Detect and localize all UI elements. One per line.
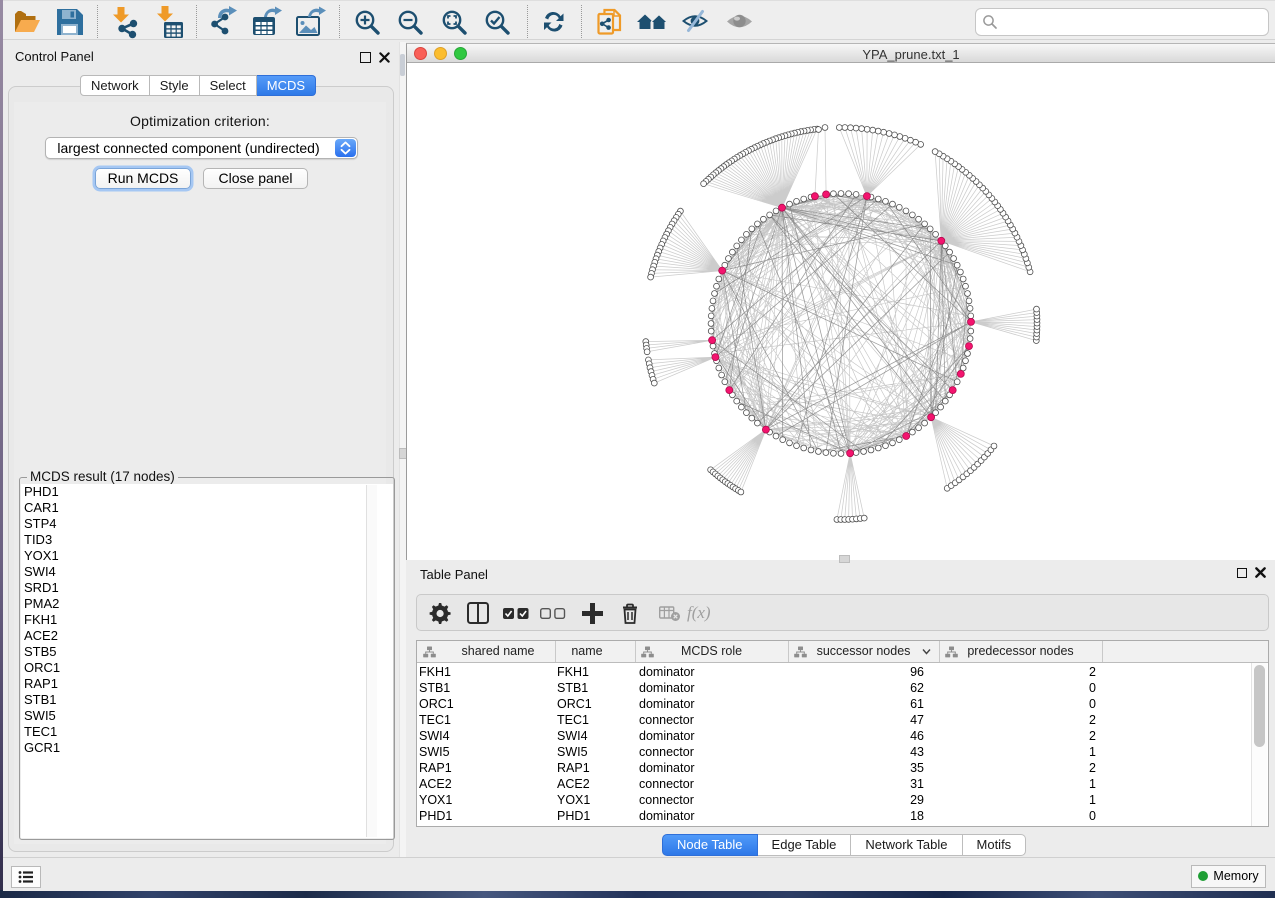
svg-text:f(x): f(x) [687, 603, 711, 622]
